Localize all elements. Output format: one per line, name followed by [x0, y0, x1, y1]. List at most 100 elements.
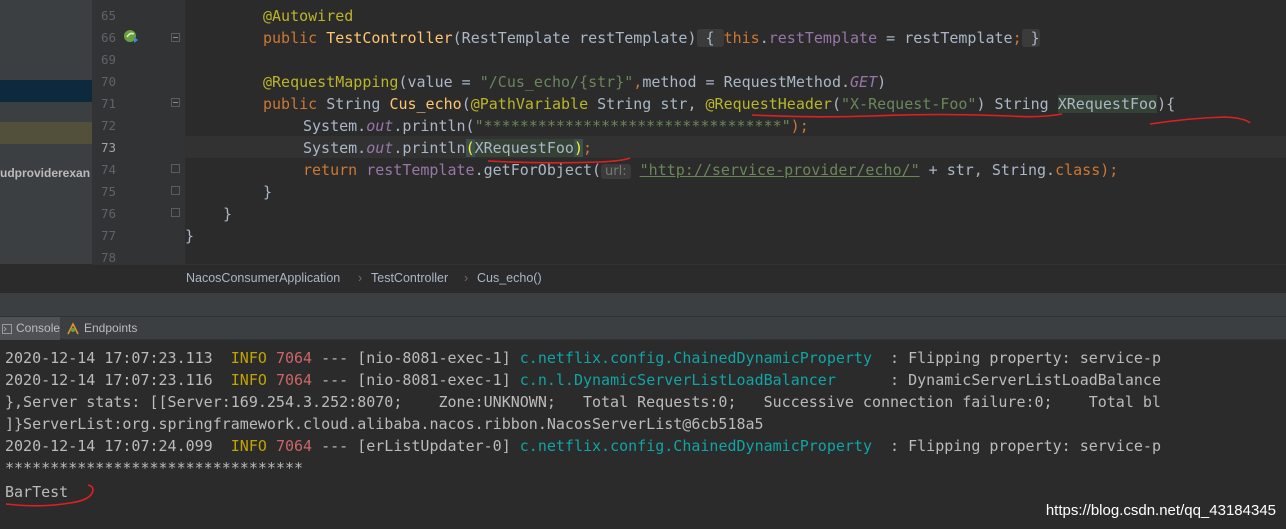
- closing-brace: }: [185, 227, 195, 245]
- code-line-77[interactable]: }: [185, 225, 194, 247]
- log-timestamp: 2020-12-14 17:07:23.113: [5, 349, 213, 367]
- log-class-link[interactable]: c.netflix.config.ChainedDynamicProperty: [520, 437, 872, 455]
- keyword: public: [263, 29, 327, 47]
- enum-get: GET: [850, 73, 878, 91]
- code-text: .getForObject(: [474, 161, 602, 179]
- console-line: },Server stats: [[Server:169.254.3.252:8…: [5, 393, 1161, 411]
- code-text: String str,: [588, 95, 706, 113]
- tab-endpoints-label: Endpoints: [84, 321, 138, 335]
- log-level: INFO: [230, 371, 267, 389]
- console-line-bartest: BarTest: [5, 483, 69, 501]
- code-text: .println: [393, 139, 466, 157]
- folded-brace[interactable]: }: [1021, 29, 1040, 47]
- code-line-75[interactable]: }: [263, 181, 272, 203]
- method-name: Cus_echo: [389, 95, 462, 113]
- semicolon: ;: [1012, 29, 1022, 47]
- code-line-73[interactable]: System.out.println(XRequestFoo);: [303, 137, 592, 159]
- line-number: 69: [100, 52, 116, 67]
- line-number: 72: [100, 118, 116, 133]
- breadcrumb-item-method[interactable]: Cus_echo(): [477, 271, 542, 285]
- code-line-66[interactable]: public TestController(RestTemplate restT…: [263, 27, 1040, 49]
- annotation-request-mapping: @RequestMapping: [263, 73, 399, 91]
- log-thread: [nio-8081-exec-1]: [357, 371, 511, 389]
- code-editor[interactable]: @Autowired public TestController(RestTem…: [185, 0, 1286, 264]
- keyword-return: return: [303, 161, 367, 179]
- console-line-stars: *********************************: [5, 459, 304, 477]
- code-line-70[interactable]: @RequestMapping(value = "/Cus_echo/{str}…: [263, 71, 886, 93]
- chevron-right-icon: ›: [358, 271, 363, 285]
- code-line-65[interactable]: @Autowired: [263, 5, 353, 27]
- annotation-request-header: @RequestHeader: [705, 95, 832, 113]
- keyword-class: class: [1055, 161, 1101, 179]
- fold-end-icon[interactable]: [171, 164, 180, 173]
- tab-console[interactable]: Console: [0, 317, 60, 340]
- panel-splitter[interactable]: [0, 292, 1286, 316]
- parameter-xrequestfoo: XRequestFoo: [1057, 95, 1158, 113]
- log-class-link[interactable]: c.netflix.config.ChainedDynamicProperty: [520, 349, 872, 367]
- console-line: ]}ServerList:org.springframework.cloud.a…: [5, 415, 764, 433]
- console-line: 2020-12-14 17:07:23.113 INFO 7064 --- [n…: [5, 347, 1161, 369]
- fold-toggle-icon[interactable]: [171, 33, 180, 42]
- line-number: 66: [100, 30, 116, 45]
- folded-brace[interactable]: {: [696, 29, 724, 47]
- run-tool-window-tabs: Console Endpoints: [0, 316, 1286, 340]
- project-tree-selected-row[interactable]: [0, 80, 92, 102]
- code-line-71[interactable]: public String Cus_echo(@PathVariable Str…: [263, 93, 1175, 115]
- code-text: ){: [1157, 95, 1176, 113]
- type-string: String: [326, 95, 390, 113]
- url-string-literal[interactable]: "http://service-provider/echo/": [640, 161, 920, 179]
- line-number: 70: [100, 74, 116, 89]
- comma: ,: [633, 73, 643, 91]
- dot: .: [759, 29, 769, 47]
- log-thread: [erListUpdater-0]: [357, 437, 511, 455]
- closing-brace: }: [223, 205, 233, 223]
- parameter-hint: url:: [601, 164, 631, 179]
- constructor-params: (RestTemplate restTemplate): [452, 29, 697, 47]
- code-text: System.: [303, 139, 367, 157]
- code-text: );: [790, 117, 809, 135]
- code-text: ) String: [976, 95, 1058, 113]
- project-tree-module-label[interactable]: udproviderexan: [0, 166, 90, 180]
- fold-toggle-icon[interactable]: [171, 98, 180, 107]
- breadcrumb-item-controller[interactable]: TestController: [371, 271, 448, 285]
- code-line-76[interactable]: }: [223, 203, 232, 225]
- keyword: public: [263, 95, 327, 113]
- log-separator: ---: [321, 371, 349, 389]
- field-out: out: [366, 139, 394, 157]
- log-class-link[interactable]: c.n.l.DynamicServerListLoadBalancer: [520, 371, 836, 389]
- annotation-autowired: @Autowired: [263, 7, 354, 25]
- code-text: .println(: [393, 117, 475, 135]
- code-text: );: [1100, 161, 1119, 179]
- code-text: (value =: [398, 73, 480, 91]
- line-number: 71: [100, 96, 116, 111]
- tab-endpoints[interactable]: Endpoints: [62, 317, 142, 340]
- line-number: 74: [100, 162, 116, 177]
- string-literal: "/Cus_echo/{str}": [479, 73, 634, 91]
- log-thread: [nio-8081-exec-1]: [357, 349, 511, 367]
- code-text: (: [831, 95, 841, 113]
- watermark: https://blog.csdn.net/qq_43184345: [1045, 502, 1276, 519]
- project-tree-highlighted-row[interactable]: [0, 122, 92, 144]
- chevron-right-icon: ›: [464, 271, 469, 285]
- breadcrumb: NacosConsumerApplication › TestControlle…: [92, 264, 1286, 292]
- code-line-74[interactable]: return restTemplate.getForObject(url: "h…: [303, 159, 1118, 181]
- string-literal: "X-Request-Foo": [841, 95, 977, 113]
- log-pid: 7064: [275, 349, 313, 367]
- console-icon: [2, 323, 12, 334]
- fold-end-icon[interactable]: [171, 208, 180, 217]
- tab-console-label: Console: [16, 321, 61, 335]
- fold-end-icon[interactable]: [171, 186, 180, 195]
- log-separator: ---: [321, 349, 349, 367]
- code-line-72[interactable]: System.out.println("********************…: [303, 115, 809, 137]
- console-output[interactable]: 2020-12-14 17:07:23.113 INFO 7064 --- [n…: [0, 340, 1286, 529]
- log-timestamp: 2020-12-14 17:07:24.099: [5, 437, 213, 455]
- code-text: (: [461, 95, 471, 113]
- annotation-path-variable: @PathVariable: [470, 95, 589, 113]
- line-number: 75: [100, 184, 116, 199]
- breadcrumb-item-application[interactable]: NacosConsumerApplication: [186, 271, 340, 285]
- project-tool-window[interactable]: udproviderexan: [0, 0, 92, 264]
- string-literal: "*********************************": [474, 117, 791, 135]
- matched-paren: ): [573, 139, 583, 157]
- log-separator: ---: [321, 437, 349, 455]
- spring-bean-gutter-icon[interactable]: [123, 28, 139, 44]
